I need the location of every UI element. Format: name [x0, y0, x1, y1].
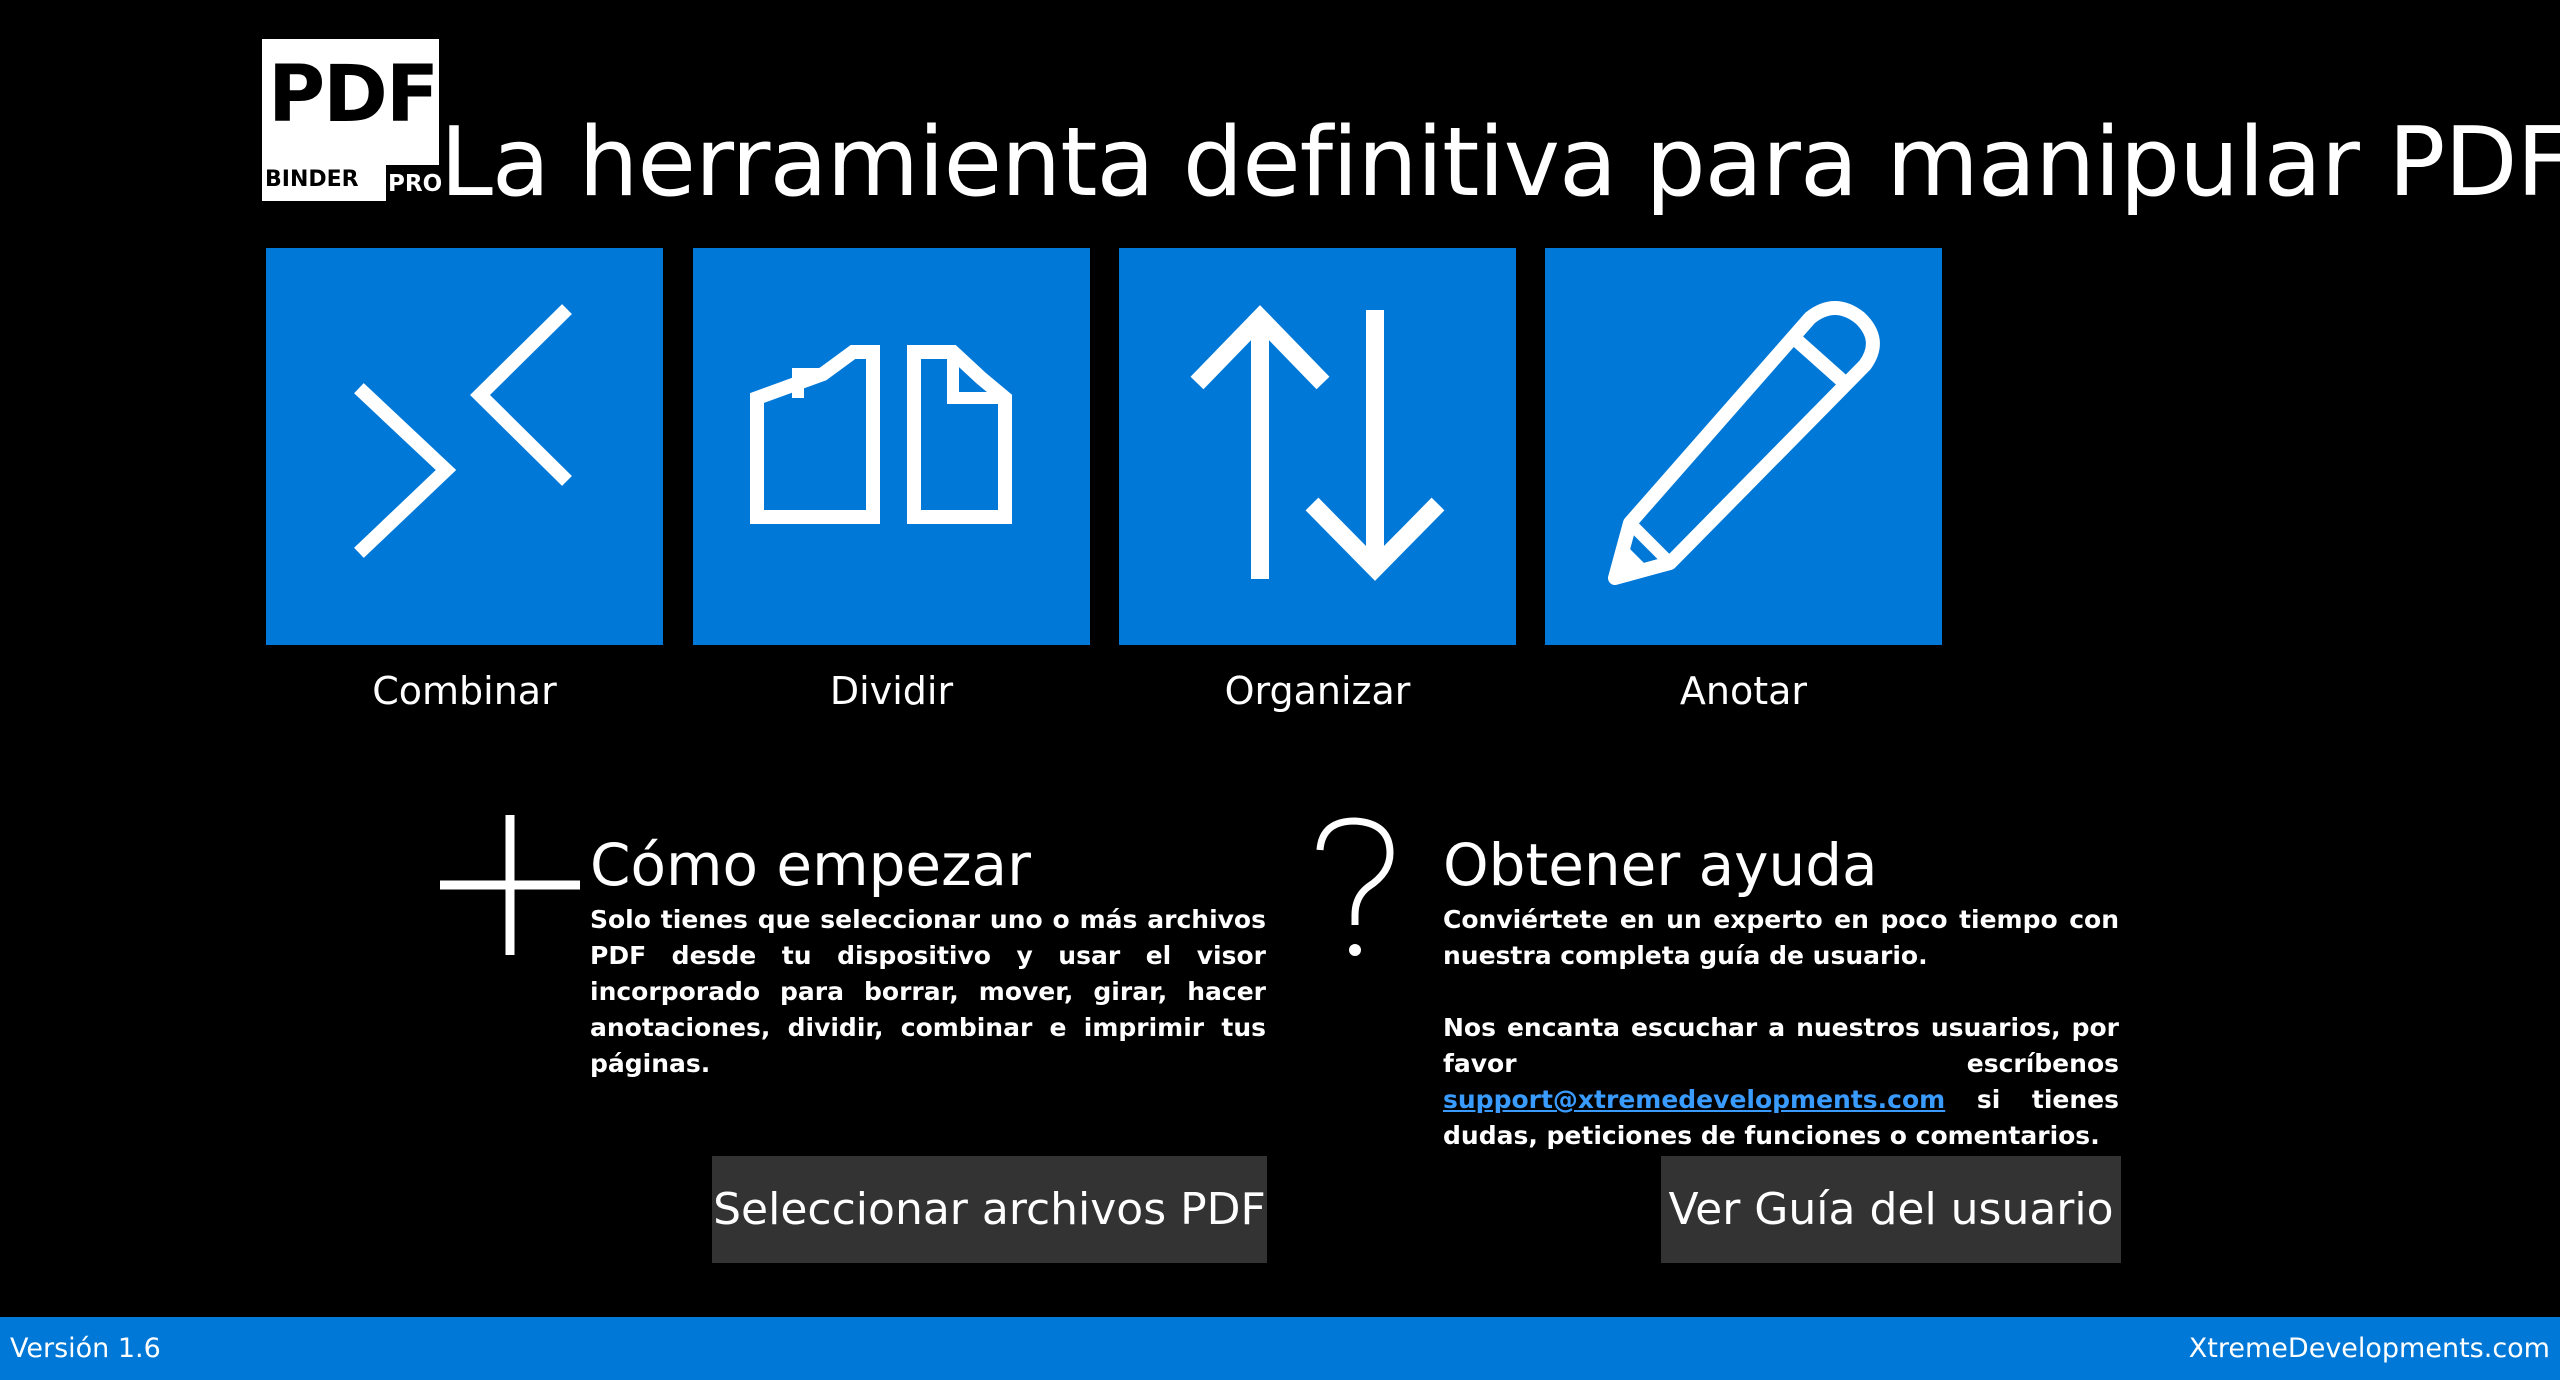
logo-word: PDF: [268, 50, 439, 140]
get-help-text: Conviértete en un experto en poco tiempo…: [1443, 902, 2119, 1190]
tile-label-annotate: Anotar: [1679, 669, 1808, 713]
tile-label-combine: Combinar: [372, 669, 557, 713]
company-website-link[interactable]: XtremeDevelopments.com: [2189, 1317, 2550, 1380]
pdf-binder-pro-logo: PDF BINDER PRO: [262, 39, 443, 201]
tile-split[interactable]: [693, 248, 1090, 645]
tile-label-organize: Organizar: [1224, 669, 1411, 713]
page-title: La herramienta definitiva para manipular…: [440, 108, 2560, 218]
getting-started-text: Solo tienes que seleccionar uno o más ar…: [590, 902, 1266, 1118]
tile-annotate[interactable]: [1545, 248, 1942, 645]
tile-label-split: Dividir: [829, 669, 954, 713]
getting-started-title: Cómo empezar: [590, 831, 1031, 899]
get-help-paragraph-1: Conviértete en un experto en poco tiempo…: [1443, 905, 2119, 970]
status-bar: Versión 1.6 XtremeDevelopments.com: [0, 1317, 2560, 1380]
pencil-icon: [1608, 301, 1880, 585]
version-label: Versión 1.6: [10, 1333, 161, 1364]
view-user-guide-button[interactable]: Ver Guía del usuario: [1661, 1156, 2121, 1263]
select-pdf-files-button[interactable]: Seleccionar archivos PDF: [712, 1156, 1267, 1263]
get-help-text-before-email: Nos encanta escuchar a nuestros usuarios…: [1443, 1013, 2119, 1078]
support-email-link[interactable]: support@xtremedevelopments.com: [1443, 1085, 1945, 1114]
logo-binder-text: BINDER: [265, 167, 359, 192]
get-help-title: Obtener ayuda: [1443, 831, 1878, 899]
get-help-paragraph-2: Nos encanta escuchar a nuestros usuarios…: [1443, 1010, 2119, 1154]
tile-organize[interactable]: [1119, 248, 1516, 645]
plus-icon: [440, 815, 580, 955]
question-mark-icon: [1316, 817, 1394, 956]
merge-icon: [354, 304, 572, 558]
split-pages-icon: [750, 345, 1012, 524]
logo-pro-text: PRO: [388, 171, 443, 197]
getting-started-paragraph: Solo tienes que seleccionar uno o más ar…: [590, 905, 1266, 1078]
app-window: PDF BINDER PRO La herramienta definitiva…: [0, 0, 2560, 1380]
tile-combine[interactable]: [266, 248, 663, 645]
sort-arrows-icon: [1190, 305, 1445, 581]
